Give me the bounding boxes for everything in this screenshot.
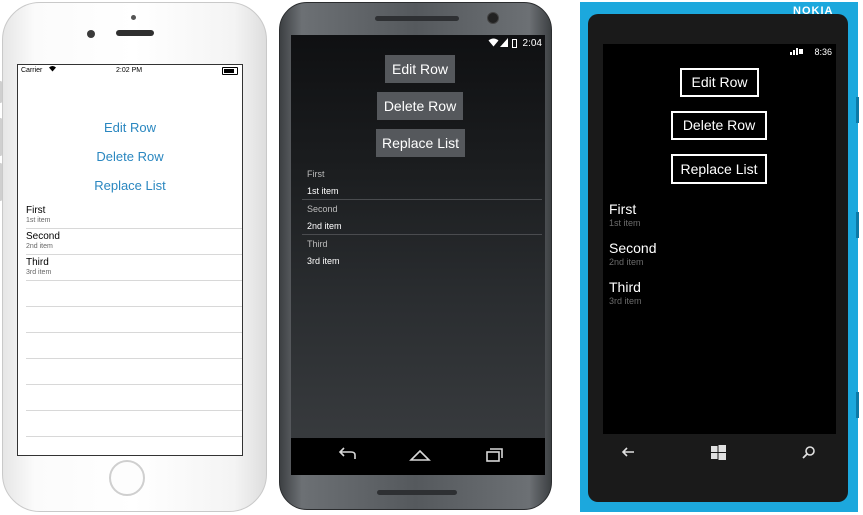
home-button[interactable]: [109, 460, 145, 496]
back-icon[interactable]: [335, 446, 359, 464]
status-time: 2:02 PM: [116, 67, 143, 74]
list-item-detail: 2nd item: [26, 243, 53, 250]
delete-row-button[interactable]: Delete Row: [377, 92, 463, 120]
row-separator: [26, 358, 242, 359]
volume-up-button: [0, 118, 2, 156]
android-status-bar: 2:04: [291, 35, 545, 51]
list-item[interactable]: First 1st item: [26, 205, 236, 224]
list-item-text: Second: [609, 240, 657, 256]
back-arrow-icon[interactable]: [621, 445, 635, 461]
list-item-detail: 1st item: [26, 217, 51, 224]
list-item-text: First: [307, 169, 325, 179]
volume-down-button: [0, 163, 2, 201]
speaker-grill-top: [375, 16, 459, 21]
list-item-detail: 1st item: [307, 186, 339, 196]
list-item[interactable]: Third 3rd item: [609, 279, 642, 306]
list-item[interactable]: Second 2nd item: [609, 240, 656, 267]
ios-status-bar: Carrier 2:02 PM: [18, 65, 242, 77]
camera-button: [856, 392, 859, 418]
list-item-detail: 2nd item: [307, 221, 342, 231]
list-item-text: Second: [26, 231, 60, 242]
list-item-text: Second: [307, 204, 338, 214]
row-separator: [26, 254, 242, 255]
carrier-label: Carrier: [21, 67, 43, 74]
edit-row-button[interactable]: Edit Row: [385, 55, 455, 83]
list-item[interactable]: First 1st item: [609, 201, 641, 228]
signal-icon: [790, 47, 804, 57]
signal-icon: [500, 38, 508, 49]
row-separator: [26, 306, 242, 307]
mute-switch: [0, 81, 2, 103]
delete-row-button[interactable]: Delete Row: [671, 111, 767, 140]
earpiece-speaker: [116, 30, 154, 36]
list-item[interactable]: First 1st item: [307, 169, 339, 196]
front-camera-icon: [87, 30, 95, 38]
list-item-text: First: [26, 205, 46, 216]
speaker-grill-bottom: [377, 490, 457, 495]
volume-button: [856, 97, 859, 123]
android-nav-bar: [291, 438, 545, 475]
android-screen: 2:04 Edit Row Delete Row Replace List Fi…: [291, 35, 545, 475]
windows-phone-screen: 8:36 Edit Row Delete Row Replace List Fi…: [603, 44, 836, 434]
brand-logo: NOKIA: [793, 5, 834, 17]
iphone-device: Carrier 2:02 PM Edit Row Delete Row Repl…: [0, 2, 267, 512]
row-separator: [26, 436, 242, 437]
row-separator: [26, 384, 242, 385]
wp-nav-bar: [603, 440, 836, 468]
list-item-detail: 2nd item: [609, 257, 644, 267]
delete-row-button[interactable]: Delete Row: [18, 149, 242, 164]
status-time: 8:36: [814, 47, 832, 57]
power-button: [856, 212, 859, 238]
windows-phone-device: NOKIA 8:36 Edit Row Delete Row Replace L…: [580, 2, 859, 512]
replace-list-button[interactable]: Replace List: [18, 178, 242, 193]
proximity-sensor: [131, 15, 136, 20]
list-item-detail: 3rd item: [307, 256, 340, 266]
row-separator: [26, 228, 242, 229]
list-item-detail: 3rd item: [609, 296, 642, 306]
home-icon[interactable]: [408, 446, 432, 464]
wifi-icon: [488, 38, 499, 49]
front-camera-icon: [487, 12, 499, 24]
list-item[interactable]: Third 3rd item: [307, 239, 340, 266]
list-item[interactable]: Third 3rd item: [26, 257, 236, 276]
list-item-detail: 1st item: [609, 218, 641, 228]
status-time: 2:04: [522, 38, 542, 49]
row-separator: [302, 234, 542, 235]
battery-icon: [222, 67, 238, 75]
row-separator: [26, 280, 242, 281]
replace-list-button[interactable]: Replace List: [376, 129, 465, 157]
row-separator: [26, 332, 242, 333]
windows-logo-icon[interactable]: [711, 445, 726, 463]
search-icon[interactable]: [802, 445, 816, 462]
ios-screen: Carrier 2:02 PM Edit Row Delete Row Repl…: [17, 64, 243, 456]
wp-status-bar: 8:36: [603, 44, 836, 58]
row-separator: [302, 199, 542, 200]
android-device: 2:04 Edit Row Delete Row Replace List Fi…: [279, 2, 552, 510]
list-item[interactable]: Second 2nd item: [26, 231, 236, 250]
row-separator: [26, 410, 242, 411]
battery-icon: [512, 39, 517, 48]
list-item[interactable]: Second 2nd item: [307, 204, 342, 231]
list-item-text: First: [609, 201, 637, 217]
list-item-detail: 3rd item: [26, 269, 52, 276]
recents-icon[interactable]: [481, 446, 505, 464]
list-item-text: Third: [26, 257, 49, 268]
edit-row-button[interactable]: Edit Row: [680, 68, 759, 97]
edit-row-button[interactable]: Edit Row: [18, 120, 242, 135]
list-item-text: Third: [307, 239, 328, 249]
wifi-icon: [48, 65, 57, 74]
replace-list-button[interactable]: Replace List: [671, 154, 767, 184]
list-item-text: Third: [609, 279, 641, 295]
